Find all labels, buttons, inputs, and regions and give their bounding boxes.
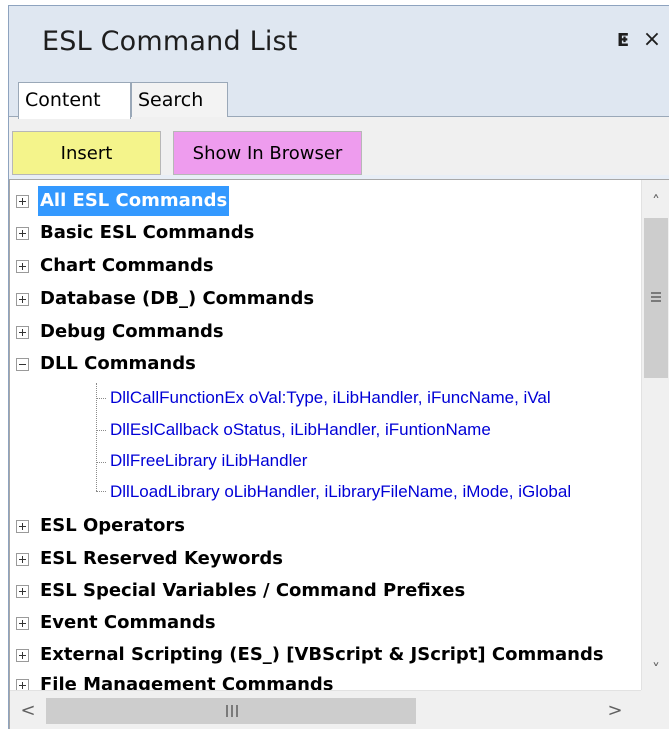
tree-item-label: All ESL Commands (38, 186, 230, 216)
tree-item-label: File Management Commands (40, 674, 334, 690)
grip-icon (226, 705, 238, 717)
scroll-up-icon[interactable]: ˄ (642, 188, 669, 216)
expand-icon[interactable] (16, 260, 29, 273)
horizontal-scrollbar[interactable]: < > (10, 690, 641, 729)
tree-connector (96, 383, 97, 491)
tree-connector (96, 491, 106, 492)
tree-item-label: ESL Reserved Keywords (40, 548, 283, 569)
tab-content[interactable]: Content (18, 82, 131, 119)
tree-item-label: DLL Commands (40, 353, 196, 374)
tree-item-label: Database (DB_) Commands (40, 288, 315, 309)
expand-icon[interactable] (16, 195, 29, 208)
expand-icon[interactable] (16, 293, 29, 306)
scroll-down-icon[interactable]: ˅ (642, 656, 669, 684)
tree-viewport: All ESL Commands Basic ESL Commands Char… (10, 180, 640, 690)
vertical-scrollbar[interactable]: ˄ ˅ (641, 180, 669, 690)
tree-item-label: DllCallFunctionEx oVal:Type, iLibHandler… (110, 388, 551, 407)
expand-icon[interactable] (16, 520, 29, 533)
tree-item-label: ESL Special Variables / Command Prefixes (40, 580, 466, 601)
collapse-icon[interactable] (16, 358, 29, 371)
tree-item-label: DllFreeLibrary iLibHandler (110, 451, 308, 470)
expand-icon[interactable] (16, 617, 29, 630)
tree-item-label: DllLoadLibrary oLibHandler, iLibraryFile… (110, 482, 572, 501)
tree-item-label: DllEslCallback oStatus, iLibHandler, iFu… (110, 420, 491, 439)
show-in-browser-button[interactable]: Show In Browser (173, 131, 362, 175)
expand-icon[interactable] (16, 227, 29, 240)
scroll-left-icon[interactable]: < (14, 697, 42, 725)
tree-item-label: Chart Commands (40, 255, 214, 276)
tree-item-label: Debug Commands (40, 321, 224, 342)
expand-icon[interactable] (16, 326, 29, 339)
scroll-right-icon[interactable]: > (601, 697, 629, 725)
expand-icon[interactable] (16, 679, 29, 690)
tree-connector (96, 430, 106, 431)
esl-command-list-panel: ESL Command List ⵟ × Content Search Inse… (8, 5, 669, 729)
toolbar: Insert Show In Browser (9, 117, 669, 175)
pin-icon[interactable]: ⵟ (612, 28, 634, 54)
panel-title-bar[interactable]: ESL Command List ⵟ × (9, 6, 669, 72)
tree-item-label: Event Commands (40, 612, 216, 633)
close-icon[interactable]: × (640, 27, 664, 53)
scrollbar-corner (641, 690, 669, 729)
vertical-scroll-thumb[interactable] (644, 218, 668, 378)
insert-button[interactable]: Insert (12, 131, 161, 175)
command-tree[interactable]: All ESL Commands Basic ESL Commands Char… (9, 179, 669, 729)
tree-item-label: External Scripting (ES_) [VBScript & JSc… (40, 644, 604, 665)
expand-icon[interactable] (16, 649, 29, 662)
horizontal-scroll-thumb[interactable] (46, 698, 416, 724)
tree-item-label: ESL Operators (40, 515, 185, 536)
tab-strip: Content Search (9, 72, 669, 119)
expand-icon[interactable] (16, 553, 29, 566)
grip-icon (651, 292, 661, 302)
tree-connector (96, 398, 106, 399)
panel-title: ESL Command List (42, 26, 298, 57)
tree-item-label: Basic ESL Commands (40, 222, 255, 243)
tree-connector (96, 462, 106, 463)
tab-search[interactable]: Search (131, 82, 228, 118)
expand-icon[interactable] (16, 585, 29, 598)
